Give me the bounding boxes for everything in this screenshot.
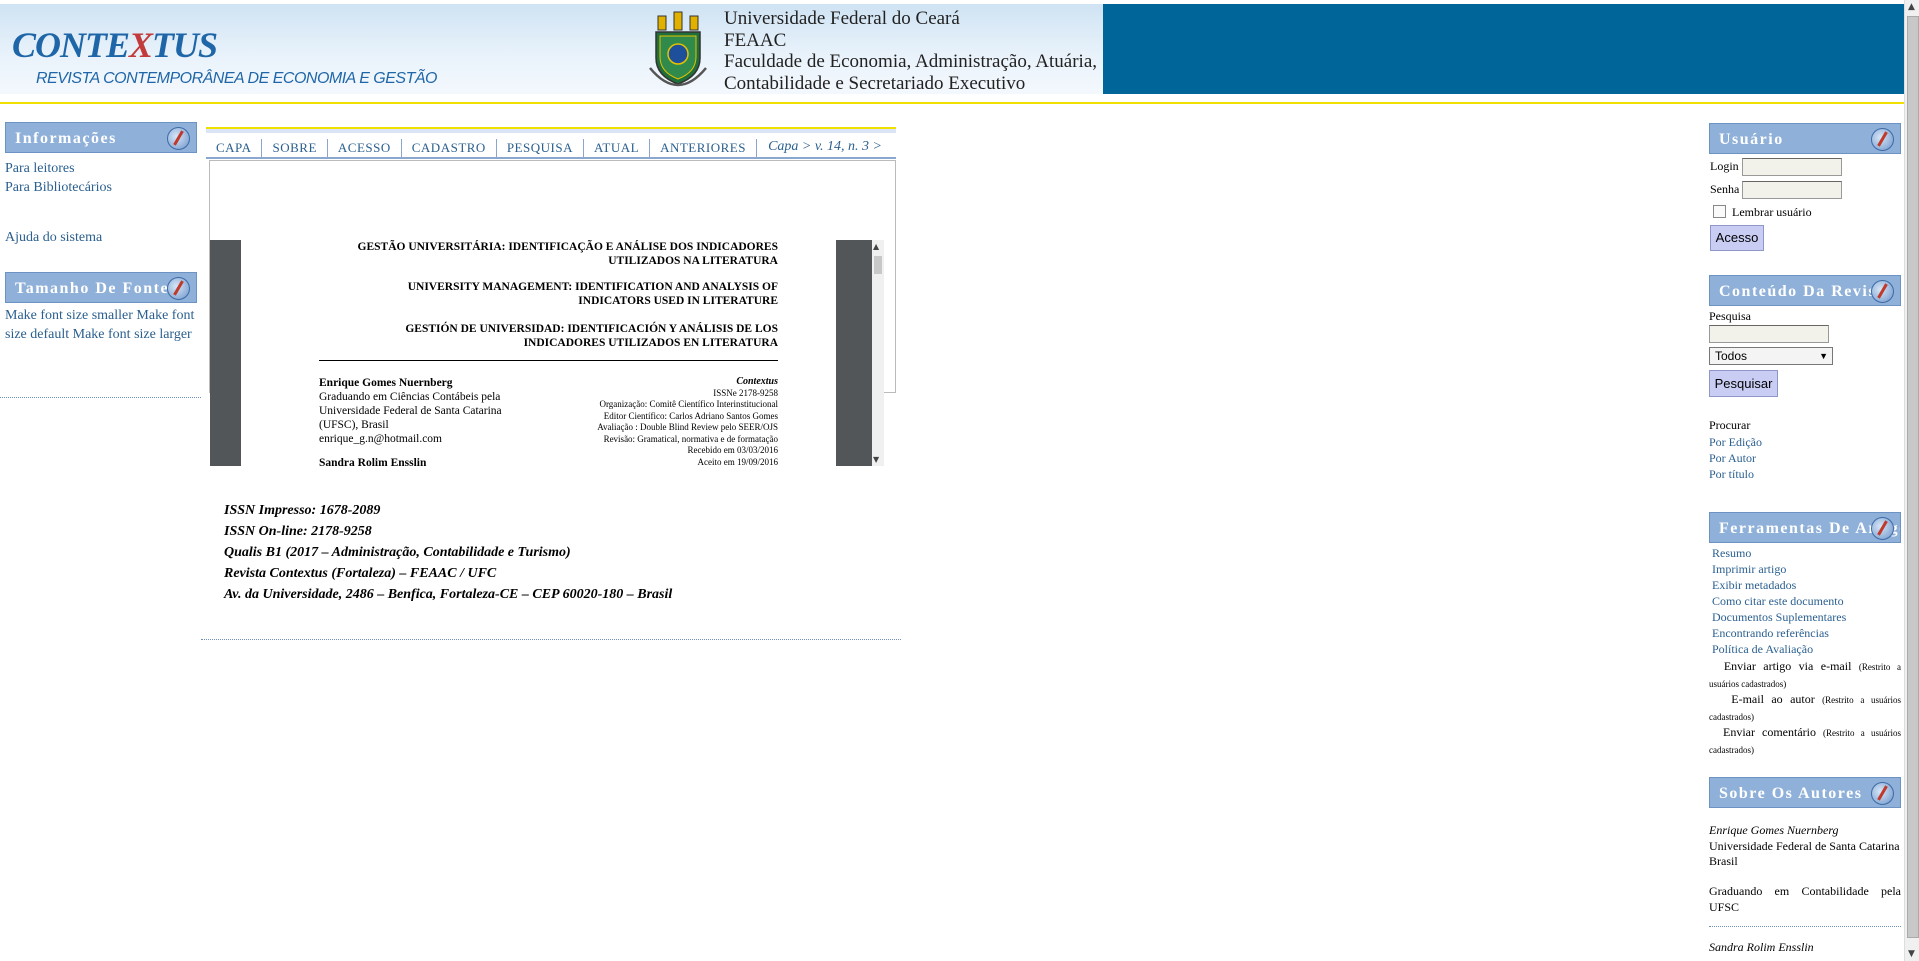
pdf-metadata: Contextus ISSNe 2178-9258 Organização: C… [597, 376, 778, 466]
header-banner: CONTEXTUS REVISTA CONTEMPORÂNEA DE ECONO… [0, 4, 1103, 94]
scroll-down-icon[interactable]: ▼ [1908, 949, 1915, 959]
browse-by-author-link[interactable]: Por Autor [1709, 451, 1756, 466]
acesso-button[interactable]: Acesso [1710, 225, 1764, 251]
header-divider [0, 102, 1904, 104]
pdf-scrollbar[interactable]: ▲ ▼ [872, 240, 884, 466]
pdf-title-en: UNIVERSITY MANAGEMENT: IDENTIFICATION AN… [407, 281, 778, 307]
about-authors-block-header: Sobre Os Autores [1709, 777, 1901, 808]
remember-label: Lembrar usuário [1732, 205, 1812, 219]
senha-label: Senha [1710, 182, 1740, 196]
main-navigation: CAPA SOBRE ACESSO CADASTRO PESQUISA ATUA… [206, 127, 896, 159]
university-name: Universidade Federal do Ceará FEAAC Facu… [724, 8, 1098, 94]
scroll-up-icon[interactable]: ▲ [1908, 2, 1915, 12]
search-scope-select[interactable]: Todos ▼ [1709, 347, 1833, 365]
tool-print-link[interactable]: Imprimir artigo [1712, 562, 1786, 577]
nav-capa[interactable]: CAPA [206, 139, 263, 157]
pdf-separator [319, 360, 778, 361]
block-toggle-icon[interactable] [1871, 517, 1894, 540]
header-blue-panel [1103, 4, 1904, 94]
nav-cadastro[interactable]: CADASTRO [402, 139, 497, 157]
content-divider [201, 639, 901, 640]
pdf-title-pt: GESTÃO UNIVERSITÁRIA: IDENTIFICAÇÃO E AN… [357, 241, 778, 267]
tool-policy-link[interactable]: Política de Avaliação [1712, 642, 1813, 657]
breadcrumb[interactable]: Capa > v. 14, n. 3 > [768, 139, 882, 155]
scrollbar-thumb[interactable] [1907, 16, 1919, 938]
article-tools-block-header: Ferramentas De Artigos [1709, 512, 1901, 543]
login-label: Login [1710, 159, 1739, 173]
scroll-up-icon[interactable]: ▲ [873, 242, 879, 251]
tool-references-link[interactable]: Encontrando referências [1712, 626, 1829, 641]
pdf-author-block: Enrique Gomes Nuernberg Graduando em Ciê… [319, 377, 502, 466]
nav-sobre[interactable]: SOBRE [262, 139, 328, 157]
browse-label: Procurar [1709, 418, 1751, 432]
tool-comment[interactable]: Enviar comentário (Restrito a usuários c… [1709, 724, 1901, 758]
nav-acesso[interactable]: ACESSO [328, 139, 402, 157]
tool-email-article[interactable]: Enviar artigo via e-mail (Restrito a usu… [1709, 658, 1901, 692]
search-label: Pesquisa [1709, 309, 1751, 323]
font-size-controls[interactable]: Make font size smaller Make font size de… [5, 306, 194, 344]
nav-anteriores[interactable]: ANTERIORES [650, 139, 757, 157]
tool-cite-link[interactable]: Como citar este documento [1712, 594, 1844, 609]
tool-email-author[interactable]: E-mail ao autor (Restrito a usuários cad… [1709, 691, 1901, 725]
site-header: CONTEXTUS REVISTA CONTEMPORÂNEA DE ECONO… [0, 4, 1904, 94]
university-crest-icon [649, 11, 707, 87]
block-toggle-icon[interactable] [167, 277, 190, 300]
browse-by-issue-link[interactable]: Por Edição [1709, 435, 1762, 450]
block-toggle-icon[interactable] [1871, 280, 1894, 303]
link-para-bibliotecarios[interactable]: Para Bibliotecários [5, 180, 112, 196]
login-input[interactable] [1742, 158, 1842, 176]
link-ajuda-do-sistema[interactable]: Ajuda do sistema [5, 230, 102, 246]
issn-info: ISSN Impresso: 1678-2089 ISSN On-line: 2… [224, 503, 673, 602]
browse-by-title-link[interactable]: Por título [1709, 467, 1754, 482]
tool-resumo-link[interactable]: Resumo [1712, 546, 1751, 561]
author2-name: Sandra Rolim Ensslin [1709, 940, 1814, 954]
journal-logo[interactable]: CONTEXTUS [12, 24, 218, 66]
nav-pesquisa[interactable]: PESQUISA [497, 139, 584, 157]
tool-supplementary-link[interactable]: Documentos Suplementares [1712, 610, 1846, 625]
author-divider [1709, 926, 1901, 927]
block-toggle-icon[interactable] [1871, 128, 1894, 151]
remember-checkbox[interactable] [1713, 205, 1726, 218]
link-para-leitores[interactable]: Para leitores [5, 161, 75, 177]
author1-affiliation: Universidade Federal de Santa Catarina B… [1709, 839, 1900, 868]
tool-metadata-link[interactable]: Exibir metadados [1712, 578, 1796, 593]
pdf-page: GESTÃO UNIVERSITÁRIA: IDENTIFICAÇÃO E AN… [241, 240, 836, 466]
block-toggle-icon[interactable] [167, 127, 190, 150]
scroll-down-icon[interactable]: ▼ [873, 455, 879, 464]
author1-bio: Graduando em Contabilidade pela UFSC [1709, 884, 1901, 914]
block-toggle-icon[interactable] [1871, 782, 1894, 805]
password-input[interactable] [1742, 181, 1842, 199]
journal-subtitle: REVISTA CONTEMPORÂNEA DE ECONOMIA E GEST… [36, 70, 437, 87]
pdf-viewer[interactable]: GESTÃO UNIVERSITÁRIA: IDENTIFICAÇÃO E AN… [210, 240, 883, 466]
pesquisar-button[interactable]: Pesquisar [1709, 370, 1778, 397]
left-sidebar-divider [0, 397, 201, 398]
search-input[interactable] [1709, 325, 1829, 343]
nav-atual[interactable]: ATUAL [584, 139, 651, 157]
chevron-down-icon: ▼ [1819, 351, 1828, 361]
pdf-title-es: GESTIÓN DE UNIVERSIDAD: IDENTIFICACIÓN Y… [405, 323, 778, 349]
user-block-header: Usuário [1709, 123, 1901, 154]
font-size-block-header: Tamanho De Fonte [5, 272, 197, 303]
page-scrollbar[interactable]: ▲ ▼ [1904, 0, 1919, 961]
info-block-header: Informações [5, 122, 197, 153]
author1-name: Enrique Gomes Nuernberg [1709, 823, 1839, 837]
journal-content-block-header: Conteúdo Da Revista [1709, 275, 1901, 306]
